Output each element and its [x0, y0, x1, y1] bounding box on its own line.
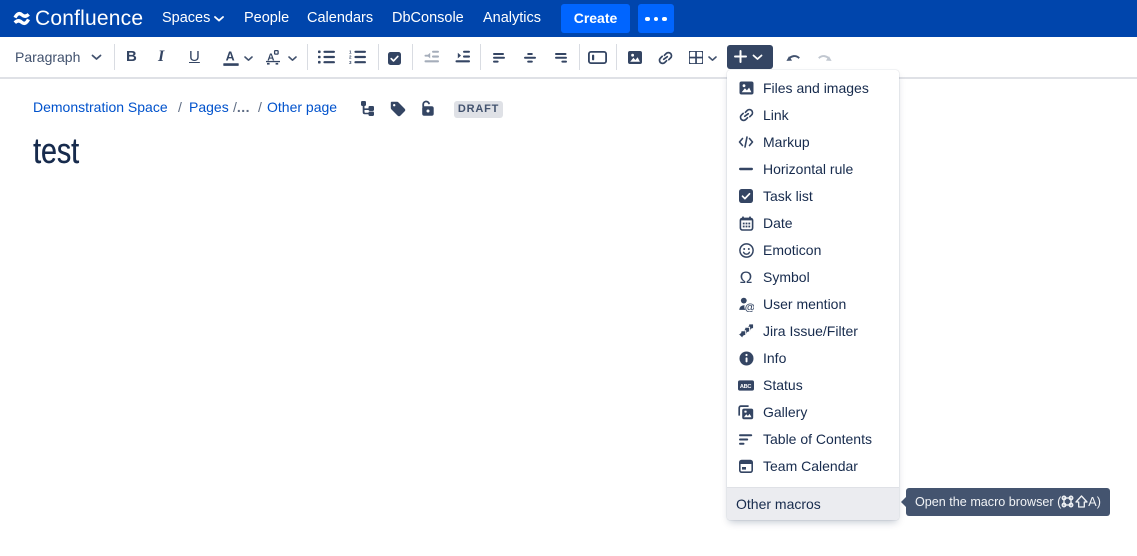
svg-text:3: 3: [349, 60, 352, 64]
svg-text:@: @: [745, 302, 754, 312]
svg-text:ABC: ABC: [740, 383, 752, 389]
svg-text:A: A: [226, 51, 235, 64]
